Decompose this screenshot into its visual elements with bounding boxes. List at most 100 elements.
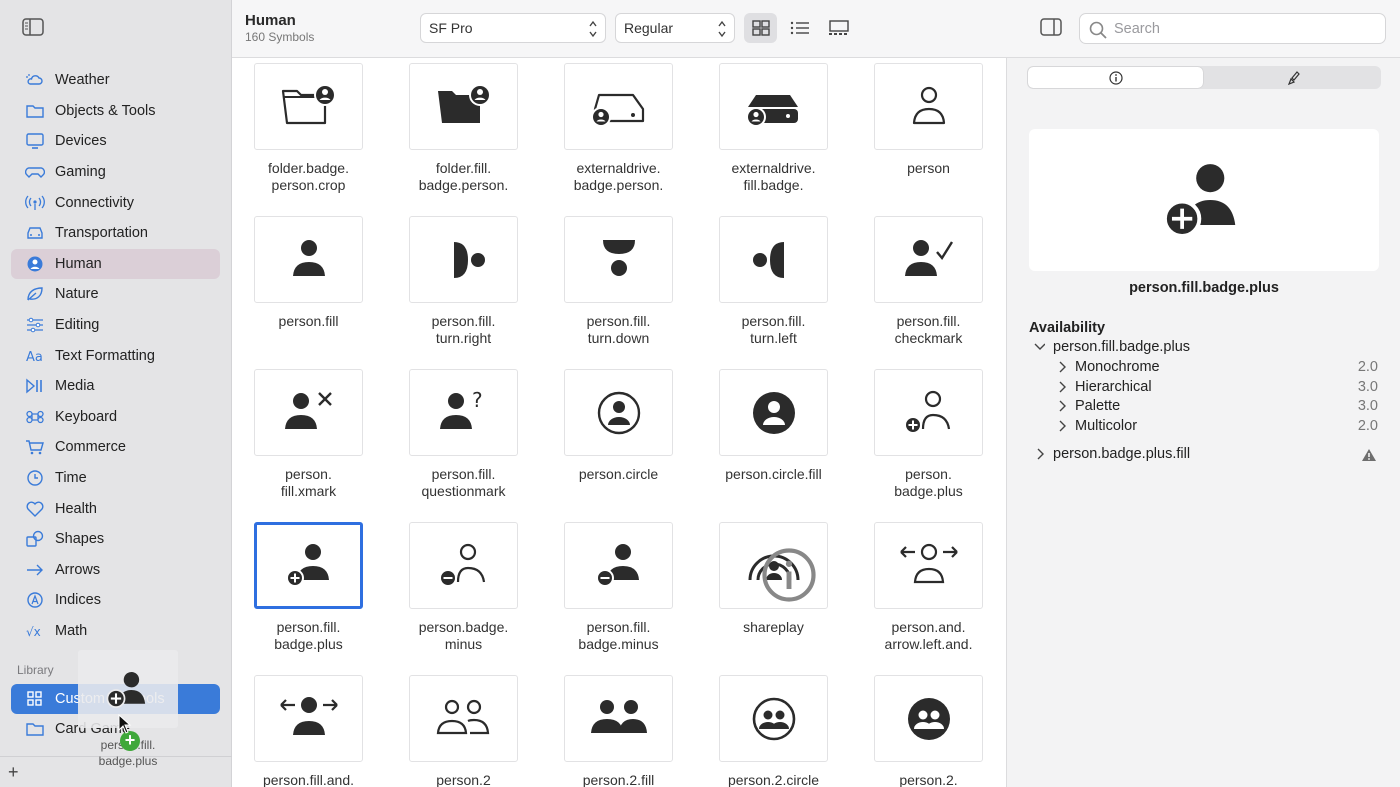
symbol-cell[interactable]: person.fill. checkmark <box>852 211 983 361</box>
symbol-tile[interactable] <box>254 63 363 150</box>
rendering-mode-row[interactable]: Multicolor <box>1057 418 1137 434</box>
sidebar-item-health[interactable]: Health <box>11 493 220 524</box>
weight-popup[interactable]: Regular <box>615 13 735 43</box>
symbol-cell[interactable]: ? person.fill. questionmark <box>387 364 518 514</box>
person-fill-icon <box>292 239 325 276</box>
sidebar-item-media[interactable]: Media <box>11 371 220 402</box>
symbol-name: person.fill.badge.plus <box>1129 280 1279 296</box>
symbol-tile[interactable] <box>409 522 518 609</box>
sidebar-toggle-icon[interactable] <box>22 18 44 36</box>
add-button[interactable]: + <box>8 762 19 783</box>
symbol-tile[interactable] <box>409 216 518 303</box>
grid-view-button[interactable] <box>744 13 778 43</box>
symbol-cell[interactable]: folder.fill. badge.person. <box>387 58 518 208</box>
font-popup[interactable]: SF Pro <box>420 13 606 43</box>
rendering-mode-row[interactable]: Hierarchical <box>1057 379 1152 395</box>
sidebar-item-text-formatting[interactable]: Aa Text Formatting <box>11 340 220 371</box>
symbol-tile[interactable] <box>564 675 673 762</box>
symbol-tile[interactable] <box>564 522 673 609</box>
symbol-cell[interactable]: shareplay <box>697 517 828 667</box>
symbol-cell[interactable]: person.fill. badge.plus <box>232 517 363 667</box>
availability-row-expanded[interactable]: person.fill.badge.plus <box>1033 339 1190 355</box>
sliders-icon <box>27 317 43 333</box>
symbol-cell[interactable]: person.fill. badge.minus <box>542 517 673 667</box>
symbol-tile[interactable] <box>719 216 828 303</box>
display-icon <box>26 133 44 150</box>
person-turn-left-icon <box>752 241 784 278</box>
search-field[interactable]: Search <box>1079 13 1386 44</box>
symbol-tile[interactable] <box>874 216 983 303</box>
symbol-tile[interactable]: ? <box>409 369 518 456</box>
symbol-tile[interactable] <box>874 369 983 456</box>
sidebar-item-editing[interactable]: Editing <box>11 310 220 341</box>
sidebar-item-objects-tools[interactable]: Objects & Tools <box>11 96 220 127</box>
availability-row-collapsed[interactable]: person.badge.plus.fill <box>1035 446 1190 462</box>
sidebar-item-keyboard[interactable]: Keyboard <box>11 402 220 433</box>
rendering-mode-row[interactable]: Palette <box>1057 398 1120 414</box>
symbol-cell[interactable]: person <box>852 58 983 208</box>
symbol-cell[interactable]: person. fill.xmark <box>232 364 363 514</box>
symbol-tile[interactable] <box>409 675 518 762</box>
symbol-cell[interactable]: externaldrive. fill.badge. <box>697 58 828 208</box>
sidebar-item-devices[interactable]: Devices <box>11 126 220 157</box>
symbol-tile[interactable] <box>254 675 363 762</box>
symbol-cell[interactable]: folder.badge. person.crop <box>232 58 363 208</box>
symbol-cell[interactable]: person.fill. turn.down <box>542 211 673 361</box>
sidebar-item-transportation[interactable]: Transportation <box>11 218 220 249</box>
symbol-cell[interactable]: person.fill <box>232 211 363 361</box>
symbol-cell[interactable]: person.2. <box>852 670 983 787</box>
sidebar-item-human[interactable]: Human <box>11 248 220 280</box>
symbol-cell[interactable]: person.2 <box>387 670 518 787</box>
sidebar-item-shapes[interactable]: Shapes <box>11 524 220 555</box>
chevron-right-icon <box>1059 361 1066 373</box>
sidebar-item-indices[interactable]: Indices <box>11 585 220 616</box>
symbol-cell[interactable]: person.2.circle <box>697 670 828 787</box>
sidebar-item-commerce[interactable]: Commerce <box>11 432 220 463</box>
sidebar-item-nature[interactable]: Nature <box>11 279 220 310</box>
sidebar-item-label: Human <box>55 255 102 272</box>
symbol-tile[interactable] <box>719 675 828 762</box>
symbol-tile[interactable] <box>874 63 983 150</box>
sidebar-item-weather[interactable]: Weather <box>11 65 220 96</box>
sidebar-item-math[interactable]: √x Math <box>11 616 220 647</box>
symbol-tile[interactable] <box>564 369 673 456</box>
symbol-tile[interactable] <box>564 216 673 303</box>
symbol-cell[interactable]: person.and. arrow.left.and. <box>852 517 983 667</box>
symbol-cell[interactable]: person.fill. turn.right <box>387 211 518 361</box>
person-2-circle-fill-icon <box>907 697 950 740</box>
symbol-cell[interactable]: person.fill.and. <box>232 670 363 787</box>
symbol-tile[interactable] <box>719 369 828 456</box>
symbol-cell[interactable]: person.fill. turn.left <box>697 211 828 361</box>
rendering-mode-row[interactable]: Monochrome <box>1057 359 1160 375</box>
symbol-cell[interactable]: person.circle.fill <box>697 364 828 514</box>
symbol-tile[interactable] <box>409 63 518 150</box>
inspector-toggle-icon[interactable] <box>1040 18 1062 36</box>
sidebar-item-time[interactable]: Time <box>11 463 220 494</box>
rendering-mode-label: Multicolor <box>1075 418 1138 435</box>
sidebar-item-gaming[interactable]: Gaming <box>11 157 220 188</box>
symbol-cell[interactable]: person.2.fill <box>542 670 673 787</box>
symbol-tile[interactable] <box>874 675 983 762</box>
symbol-cell[interactable]: person.badge. minus <box>387 517 518 667</box>
symbol-tile[interactable] <box>719 63 828 150</box>
symbol-tile[interactable] <box>564 63 673 150</box>
symbol-tile[interactable] <box>254 369 363 456</box>
info-badge-icon[interactable] <box>757 547 821 603</box>
symbol-cell[interactable]: person. badge.plus <box>852 364 983 514</box>
symbol-tile[interactable] <box>254 216 363 303</box>
symbol-tile[interactable] <box>719 522 828 609</box>
sidebar-item-connectivity[interactable]: Connectivity <box>11 187 220 218</box>
tab-info[interactable] <box>1028 67 1203 88</box>
symbol-tile[interactable] <box>874 522 983 609</box>
sidebar-item-arrows[interactable]: Arrows <box>11 555 220 586</box>
a-circle-icon <box>27 592 43 609</box>
gallery-view-button[interactable] <box>823 13 856 43</box>
tab-rendering[interactable] <box>1205 67 1380 88</box>
symbol-tile[interactable] <box>254 522 363 609</box>
list-view-button[interactable] <box>783 13 816 43</box>
symbol-cell[interactable]: person.circle <box>542 364 673 514</box>
sidebar-item-label: Time <box>55 470 87 487</box>
symbol-label: externaldrive. badge.person. <box>573 160 664 193</box>
symbol-label: person.2 <box>436 772 491 787</box>
symbol-cell[interactable]: externaldrive. badge.person. <box>542 58 673 208</box>
